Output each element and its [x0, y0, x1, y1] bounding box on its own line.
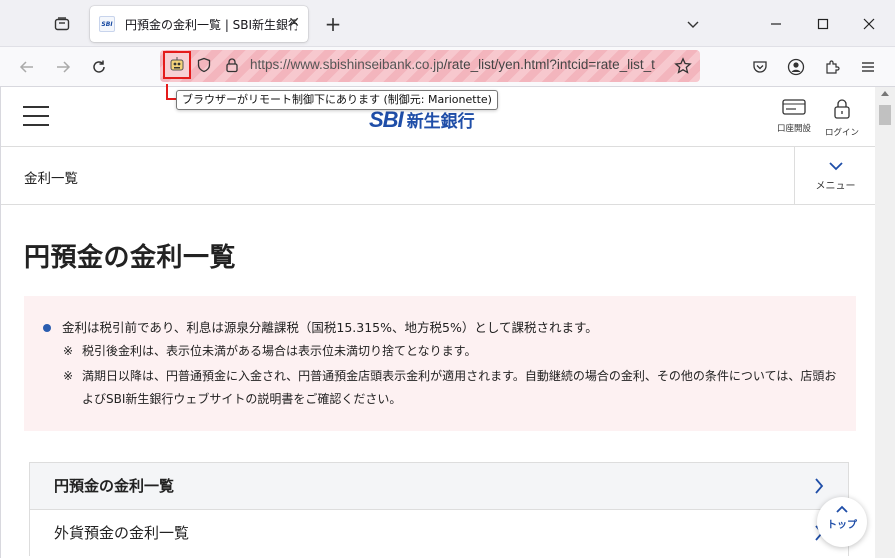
notice-note: ※ 税引後金利は、表示位未満がある場合は表示位未満切り捨てとなります。: [42, 340, 838, 363]
remote-control-tooltip: ブラウザーがリモート制御下にあります (制御元: Marionette): [176, 90, 498, 110]
notice-note: ※ 満期日以降は、円普通預金に入金され、円普通預金店頭表示金利が適用されます。自…: [42, 365, 838, 411]
notice-note-text: 満期日以降は、円普通預金に入金され、円普通預金店頭表示金利が適用されます。自動継…: [82, 369, 837, 406]
shield-icon[interactable]: [194, 55, 214, 75]
tab-list-icon[interactable]: [50, 12, 74, 36]
account-icon[interactable]: [783, 54, 809, 80]
close-window-icon[interactable]: [857, 12, 881, 36]
login-lock-icon: [834, 99, 850, 119]
site-menu-icon[interactable]: [23, 106, 49, 126]
extensions-icon[interactable]: [819, 54, 845, 80]
menu-label: メニュー: [815, 181, 856, 192]
chevron-up-icon: [836, 505, 848, 513]
account-open-label: 口座開設: [776, 124, 811, 134]
reload-icon[interactable]: [86, 54, 112, 80]
rate-link-list: 円預金の金利一覧 外貨預金の金利一覧: [29, 462, 849, 556]
new-tab-icon[interactable]: +: [321, 12, 345, 36]
maximize-icon[interactable]: [811, 12, 835, 36]
tab-overflow-chevron-icon[interactable]: [681, 12, 705, 36]
scroll-up-icon[interactable]: [881, 91, 889, 96]
note-mark: ※: [63, 344, 74, 358]
hamburger-menu-icon[interactable]: [855, 54, 881, 80]
notice-main-text: 金利は税引前であり、利息は源泉分離課税（国税15.315%、地方税5%）として課…: [42, 318, 838, 338]
page-scrollbar[interactable]: [875, 87, 895, 558]
lock-icon[interactable]: [222, 55, 242, 75]
star-icon[interactable]: [672, 55, 694, 77]
back-arrow-icon[interactable]: [14, 54, 40, 80]
chevron-down-icon: [828, 162, 843, 171]
page-viewport: SBI 新生銀行 口座開設 ログイン 金利一覧 メニュー 円預金の金利一覧 金利…: [0, 87, 875, 558]
tab-title: 円預金の金利一覧 | SBI新生銀行: [125, 17, 297, 32]
notice-note-text: 税引後金利は、表示位未満がある場合は表示位未満切り捨てとなります。: [82, 344, 477, 358]
note-mark: ※: [63, 369, 74, 383]
sbi-shinsei-logo[interactable]: SBI 新生銀行: [369, 107, 475, 133]
bankbook-icon: [782, 99, 806, 115]
menu-button[interactable]: メニュー: [794, 147, 875, 205]
rate-link-label: 外貨預金の金利一覧: [54, 524, 190, 542]
minimize-icon[interactable]: [764, 12, 788, 36]
site-favicon-icon: SBI: [99, 16, 115, 32]
scrollbar-thumb[interactable]: [879, 105, 891, 125]
back-to-top-label: トップ: [827, 520, 857, 531]
forward-arrow-icon[interactable]: [50, 54, 76, 80]
url-text[interactable]: https://www.sbishinseibank.co.jp/rate_li…: [250, 57, 668, 72]
rate-link-yen[interactable]: 円預金の金利一覧: [29, 462, 849, 509]
account-open-button[interactable]: 口座開設: [772, 99, 816, 134]
pocket-icon[interactable]: [747, 54, 773, 80]
page-title: 円預金の金利一覧: [24, 243, 237, 273]
chevron-right-icon: [815, 478, 824, 494]
logo-bank-name: 新生銀行: [406, 112, 475, 132]
tab-close-icon[interactable]: ✕: [288, 15, 300, 31]
rate-link-foreign[interactable]: 外貨預金の金利一覧: [29, 509, 849, 556]
browser-tab[interactable]: SBI 円預金の金利一覧 | SBI新生銀行 ✕: [90, 6, 308, 42]
login-label: ログイン: [824, 128, 859, 138]
tab-bar: SBI 円預金の金利一覧 | SBI新生銀行 ✕ +: [0, 0, 895, 47]
breadcrumb-bar: 金利一覧 メニュー: [1, 147, 875, 205]
navigation-toolbar: https://www.sbishinseibank.co.jp/rate_li…: [0, 47, 895, 87]
back-to-top-button[interactable]: トップ: [817, 497, 867, 547]
logo-sbi-text: SBI: [369, 107, 404, 132]
tax-notice: 金利は税引前であり、利息は源泉分離課税（国税15.315%、地方税5%）として課…: [24, 296, 856, 431]
breadcrumb[interactable]: 金利一覧: [24, 167, 78, 187]
robot-icon[interactable]: [163, 51, 191, 79]
login-button[interactable]: ログイン: [820, 99, 864, 138]
rate-link-label: 円預金の金利一覧: [54, 477, 175, 495]
